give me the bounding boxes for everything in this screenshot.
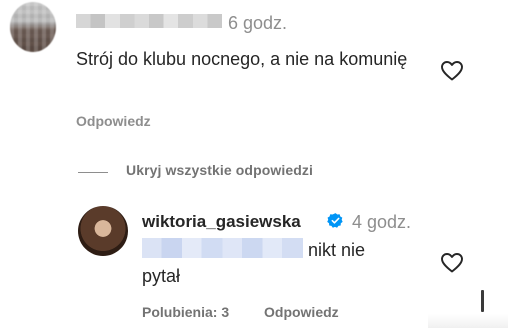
hide-replies-button[interactable]: Ukryj wszystkie odpowiedzi [126, 162, 313, 178]
commenter-username-blurred[interactable] [76, 14, 222, 28]
mention-blurred[interactable] [142, 238, 303, 258]
heart-outline-icon [441, 253, 463, 273]
reply-button[interactable]: Odpowiedz [76, 113, 151, 129]
like-heart-icon[interactable] [440, 59, 464, 83]
commenter-avatar-blurred[interactable] [10, 2, 56, 52]
reply-like-heart-icon[interactable] [440, 251, 464, 275]
reply-timestamp: 4 godz. [352, 212, 412, 232]
reply-text-line-2: pytał [142, 266, 181, 286]
reply-button[interactable]: Odpowiedz [264, 304, 339, 320]
verified-badge-icon [327, 212, 344, 229]
likes-count-button[interactable]: Polubienia: 3 [142, 304, 229, 320]
comment-timestamp: 6 godz. [228, 13, 288, 33]
thread-divider-line [78, 172, 108, 173]
reply-author-avatar[interactable] [78, 206, 128, 256]
reply-text-line-1: nikt nie [308, 240, 366, 260]
bottom-fade [428, 314, 508, 328]
reply-author-username[interactable]: wiktoria_gasiewska [142, 212, 301, 232]
comment-text: Strój do klubu nocnego, a nie na komunię [76, 49, 408, 69]
scrollbar-thumb[interactable] [481, 290, 484, 312]
heart-outline-icon [441, 61, 463, 81]
